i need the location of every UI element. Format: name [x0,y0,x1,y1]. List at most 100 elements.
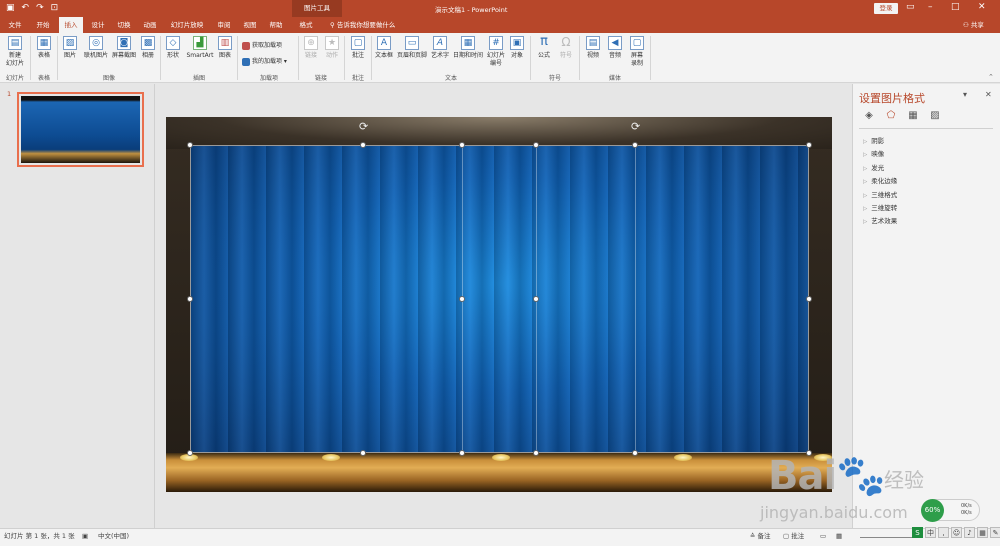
rotate-handle-icon[interactable]: ⟳ [359,121,368,132]
tab-slideshow[interactable]: 幻灯片放映 [167,17,207,33]
ime-icon[interactable]: S [912,527,923,538]
tab-review[interactable]: 审阅 [213,17,235,33]
section-artistic-effects[interactable]: ▷ 艺术效果 [863,215,897,225]
comment-button[interactable]: ▢ 批注 [346,36,370,60]
action-button[interactable]: ★ 动作 [320,36,344,60]
header-footer-button[interactable]: ▭ 页眉和页脚 [395,36,429,60]
smartart-button[interactable]: ▟ SmartArt [186,36,214,60]
album-button[interactable]: ▩ 相册 [136,36,160,60]
stage-lamp [492,454,510,461]
datetime-label: 日期和时间 [452,52,483,59]
redo-icon[interactable]: ↷ [36,3,44,13]
resize-handle[interactable] [360,142,366,148]
slide-sorter-icon[interactable]: ▦ [836,532,842,541]
pi-icon: π [540,34,548,49]
new-slide-label: 新建 幻灯片 [5,52,24,67]
present-icon[interactable]: ⊡ [51,3,59,13]
collapse-ribbon-icon[interactable]: ⌃ [988,73,994,81]
save-icon[interactable]: ▣ [6,3,15,13]
table-button[interactable]: ▦ 表格 [32,36,56,60]
minimize-icon[interactable]: – [928,2,933,12]
shapes-button[interactable]: ◇ 形状 [161,36,185,60]
login-button[interactable]: 登录 [874,3,898,14]
emoji-icon[interactable]: ☺ [951,527,962,538]
notes-button[interactable]: ≙ 备注 [750,532,771,541]
keyboard-icon[interactable]: ▦ [977,527,988,538]
spellcheck-icon[interactable]: ▣ [82,532,88,541]
resize-handle[interactable] [806,142,812,148]
section-glow[interactable]: ▷ 发光 [863,162,884,172]
chart-button[interactable]: ▥ 图表 [213,36,237,60]
slide-thumbnail-1[interactable] [17,92,144,167]
ribbon-display-icon[interactable]: ▭ [906,2,915,12]
comments-button[interactable]: ▢ 批注 [783,532,804,541]
resize-handle[interactable] [806,296,812,302]
section-reflection[interactable]: ▷ 映像 [863,148,884,158]
object-button[interactable]: ▣ 对象 [506,36,528,60]
screenshot-button[interactable]: ◙ 屏幕截图 [110,36,138,60]
pane-options-icon[interactable]: ▾ [963,90,967,99]
resize-handle[interactable] [632,450,638,456]
tab-help[interactable]: 帮助 [265,17,287,33]
section-soft-edges[interactable]: ▷ 柔化边缘 [863,175,897,185]
picture-button[interactable]: ▨ 图片 [58,36,82,60]
punctuation-icon[interactable]: , [938,527,949,538]
tab-animations[interactable]: 动画 [139,17,161,33]
section-label: 柔化边缘 [871,177,898,185]
tab-home[interactable]: 开始 [32,17,54,33]
resize-handle[interactable] [533,142,539,148]
mic-icon[interactable]: ♪ [964,527,975,538]
new-slide-button[interactable]: ▤ 新建 幻灯片 [3,36,27,68]
resize-handle[interactable] [459,450,465,456]
online-picture-button[interactable]: ◎ 联机图片 [82,36,110,60]
resize-handle[interactable] [459,142,465,148]
tab-file[interactable]: 文件 [4,17,26,33]
wordart-button[interactable]: A 艺术字 [428,36,452,60]
section-label: 三维旋转 [871,204,898,212]
symbol-button[interactable]: Ω 符号 [554,36,578,60]
tab-transitions[interactable]: 切换 [113,17,135,33]
audio-button[interactable]: ◀ 音频 [603,36,627,60]
tab-insert[interactable]: 插入 [59,17,83,33]
tab-format[interactable]: 格式 [294,17,318,33]
resize-handle[interactable] [533,296,539,302]
skin-icon[interactable]: ✎ [990,527,1000,538]
language-status[interactable]: 中文(中国) [98,532,129,541]
section-3d-rotation[interactable]: ▷ 三维旋转 [863,202,897,212]
tab-view[interactable]: 视图 [239,17,261,33]
my-addins-button[interactable]: 我的加载项 ▾ [242,57,287,66]
undo-icon[interactable]: ↶ [22,3,30,13]
datetime-button[interactable]: ▦ 日期和时间 [451,36,485,60]
video-button[interactable]: ▤ 视频 [581,36,605,60]
ime-mode-icon[interactable]: 中 [925,527,936,538]
group-slides-label: 幻灯片 [5,75,24,82]
size-properties-icon[interactable]: ▦ [907,110,919,122]
textbox-button[interactable]: A 文本框 [372,36,396,60]
fill-line-icon[interactable]: ◈ [863,110,875,122]
section-shadow[interactable]: ▷ 阴影 [863,135,884,145]
equation-button[interactable]: π 公式 [532,34,556,60]
network-speed-widget[interactable]: 60% 0K/s 0K/s [921,499,980,522]
resize-handle[interactable] [533,450,539,456]
close-icon[interactable]: ✕ [978,2,986,12]
share-button[interactable]: ⚇ 共享 [963,17,984,33]
resize-handle[interactable] [187,142,193,148]
section-3d-format[interactable]: ▷ 三维格式 [863,189,897,199]
screen-record-button[interactable]: ▢ 屏幕 录制 [625,36,649,68]
pane-close-icon[interactable]: ✕ [985,90,992,99]
tell-me-box[interactable]: ⚲ 告诉我你想要做什么 [330,17,395,33]
resize-handle[interactable] [187,450,193,456]
resize-handle[interactable] [187,296,193,302]
resize-handle[interactable] [360,450,366,456]
get-addins-button[interactable]: 获取加载项 [242,41,282,50]
tab-design[interactable]: 设计 [87,17,109,33]
resize-handle[interactable] [459,296,465,302]
maximize-icon[interactable]: □ [951,2,960,12]
slide-number-button[interactable]: # 幻灯片 编号 [484,36,508,68]
effects-icon[interactable]: ⬠ [885,110,897,122]
normal-view-icon[interactable]: ▭ [820,532,826,541]
rotate-handle-icon[interactable]: ⟳ [631,121,640,132]
zoom-slider[interactable] [860,537,920,538]
resize-handle[interactable] [632,142,638,148]
picture-icon[interactable]: ▨ [929,110,941,122]
